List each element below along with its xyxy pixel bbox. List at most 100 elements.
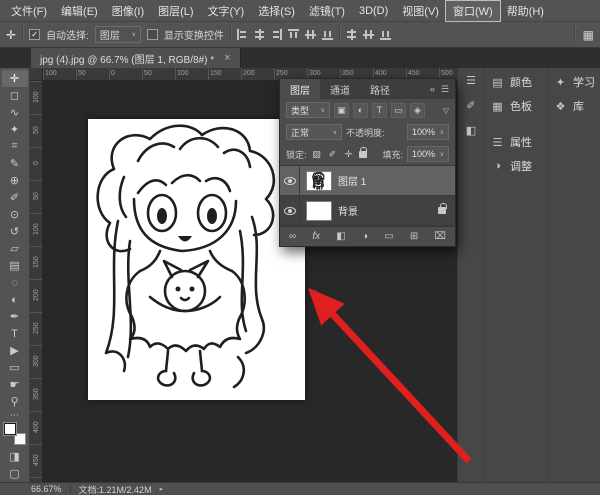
workspace-switcher-icon[interactable]: ▦ <box>583 28 594 42</box>
shape-tool[interactable]: ▭ <box>2 359 28 376</box>
visibility-toggle[interactable] <box>280 196 300 225</box>
color-swatches[interactable] <box>4 423 26 445</box>
distribute-vertical-icon[interactable] <box>363 29 374 40</box>
quick-mask-icon[interactable]: ◨ <box>2 448 28 465</box>
lock-position-icon[interactable]: ✛ <box>343 149 355 160</box>
layer-row-background[interactable]: 背景 <box>280 196 455 226</box>
menu-image[interactable]: 图像(I) <box>105 1 151 21</box>
filter-shape-icon[interactable]: ▭ <box>391 103 406 118</box>
lock-pixels-icon[interactable]: ✐ <box>327 149 339 160</box>
align-middle-icon[interactable] <box>305 29 316 40</box>
document-canvas[interactable] <box>88 119 305 400</box>
edit-toolbar-icon[interactable]: ⋯ <box>10 410 19 420</box>
layer-thumbnail[interactable] <box>306 171 332 191</box>
distribute-horizontal-icon[interactable] <box>346 29 357 40</box>
ruler-origin[interactable] <box>30 68 43 81</box>
healing-brush-tool[interactable]: ⊕ <box>2 172 28 189</box>
screen-mode-icon[interactable]: ▢ <box>2 465 28 482</box>
document-tab[interactable]: jpg (4).jpg @ 66.7% (图层 1, RGB/8#) * × <box>31 48 241 68</box>
path-selection-tool[interactable]: ▶ <box>2 342 28 359</box>
menu-help[interactable]: 帮助(H) <box>500 1 551 21</box>
align-bottom-icon[interactable] <box>322 29 333 40</box>
marquee-tool[interactable]: ◻ <box>2 87 28 104</box>
layer-style-icon[interactable]: fx <box>312 231 320 242</box>
new-layer-icon[interactable]: ⊞ <box>410 231 418 242</box>
opacity-dropdown[interactable]: 100% ∨ <box>407 124 449 140</box>
tab-channels[interactable]: 通道 <box>320 79 360 99</box>
layer-name[interactable]: 图层 1 <box>338 173 366 188</box>
menu-view[interactable]: 视图(V) <box>395 1 446 21</box>
layer-thumbnail[interactable] <box>306 201 332 221</box>
filter-toggle-icon[interactable]: ▽ <box>443 106 449 115</box>
zoom-tool[interactable]: ⚲ <box>2 393 28 410</box>
align-right-icon[interactable] <box>271 29 282 40</box>
menu-edit[interactable]: 编辑(E) <box>54 1 105 21</box>
hand-tool[interactable]: ☛ <box>2 376 28 393</box>
dodge-tool[interactable]: ◐ <box>2 291 28 308</box>
menu-window[interactable]: 窗口(W) <box>446 1 500 21</box>
clone-stamp-tool[interactable]: ⊙ <box>2 206 28 223</box>
quick-selection-tool[interactable]: ✦ <box>2 121 28 138</box>
add-mask-icon[interactable]: ◧ <box>336 231 345 242</box>
panel-color[interactable]: ▤ 颜色 <box>485 70 547 94</box>
blur-tool[interactable]: ◌ <box>2 274 28 291</box>
lasso-tool[interactable]: ∿ <box>2 104 28 121</box>
eyedropper-tool[interactable]: ✎ <box>2 155 28 172</box>
ruler-tick: 350 <box>30 378 43 411</box>
eraser-tool[interactable]: ▱ <box>2 240 28 257</box>
fill-dropdown[interactable]: 100% ∨ <box>407 146 449 162</box>
distribute-spacing-icon[interactable] <box>380 29 391 40</box>
panel-libraries[interactable]: ❖ 库 <box>548 94 600 118</box>
align-top-icon[interactable] <box>288 29 299 40</box>
visibility-toggle[interactable] <box>280 166 300 195</box>
move-tool[interactable]: ✛ <box>2 70 28 87</box>
status-menu-arrow-icon[interactable]: ▸ <box>160 485 164 493</box>
filter-smart-object-icon[interactable]: ◈ <box>410 103 425 118</box>
panel-strip-brush-icon[interactable]: ✐ <box>466 99 475 112</box>
blend-mode-dropdown[interactable]: 正常 ∨ <box>286 124 342 140</box>
pen-tool[interactable]: ✒ <box>2 308 28 325</box>
link-layers-icon[interactable]: ∞ <box>289 231 296 242</box>
filter-type-icon[interactable]: T <box>372 103 387 118</box>
auto-select-checkbox[interactable]: ✓ <box>29 29 40 40</box>
layer-list: 图层 1 背景 <box>280 165 455 227</box>
align-center-icon[interactable] <box>254 29 265 40</box>
panel-adjustments[interactable]: ◑ 调整 <box>485 154 547 178</box>
show-transform-checkbox[interactable] <box>147 29 158 40</box>
filter-adjustment-icon[interactable]: ◐ <box>353 103 368 118</box>
filter-pixel-icon[interactable]: ▣ <box>334 103 349 118</box>
menu-file[interactable]: 文件(F) <box>4 1 54 21</box>
delete-layer-icon[interactable]: ⌧ <box>434 231 446 242</box>
menu-filter[interactable]: 滤镜(T) <box>302 1 352 21</box>
menu-type[interactable]: 文字(Y) <box>201 1 252 21</box>
gradient-tool[interactable]: ▤ <box>2 257 28 274</box>
tab-paths[interactable]: 路径 <box>360 79 400 99</box>
panel-properties[interactable]: ☰ 属性 <box>485 130 547 154</box>
crop-tool[interactable]: ⌗ <box>2 138 28 155</box>
tab-layers[interactable]: 图层 <box>280 79 320 99</box>
zoom-level[interactable]: 66.67% <box>31 484 62 494</box>
adjustment-layer-icon[interactable]: ◑ <box>362 231 368 242</box>
align-left-icon[interactable] <box>237 29 248 40</box>
brush-tool[interactable]: ✐ <box>2 189 28 206</box>
panel-collapse-icon[interactable]: « <box>430 84 435 94</box>
panel-strip-mask-icon[interactable]: ◧ <box>466 124 476 137</box>
panel-swatches[interactable]: ▦ 色板 <box>485 94 547 118</box>
filter-kind-dropdown[interactable]: 类型 ∨ <box>286 102 330 118</box>
foreground-color-swatch[interactable] <box>4 423 16 435</box>
menu-3d[interactable]: 3D(D) <box>352 3 395 19</box>
lock-transparency-icon[interactable]: ▨ <box>311 149 323 160</box>
history-brush-tool[interactable]: ↺ <box>2 223 28 240</box>
new-group-icon[interactable]: ▭ <box>384 231 393 242</box>
close-icon[interactable]: × <box>224 52 230 64</box>
type-tool[interactable]: T <box>2 325 28 342</box>
layer-name[interactable]: 背景 <box>338 203 358 218</box>
panel-learn[interactable]: ✦ 学习 <box>548 70 600 94</box>
panel-strip-sliders-icon[interactable]: ☰ <box>466 74 476 87</box>
layer-row-layer1[interactable]: 图层 1 <box>280 166 455 196</box>
panel-menu-icon[interactable]: ☰ <box>441 84 449 95</box>
menu-select[interactable]: 选择(S) <box>251 1 302 21</box>
menu-layer[interactable]: 图层(L) <box>151 1 200 21</box>
auto-select-dropdown[interactable]: 图层 ∨ <box>95 26 141 43</box>
lock-all-icon[interactable] <box>359 151 367 158</box>
